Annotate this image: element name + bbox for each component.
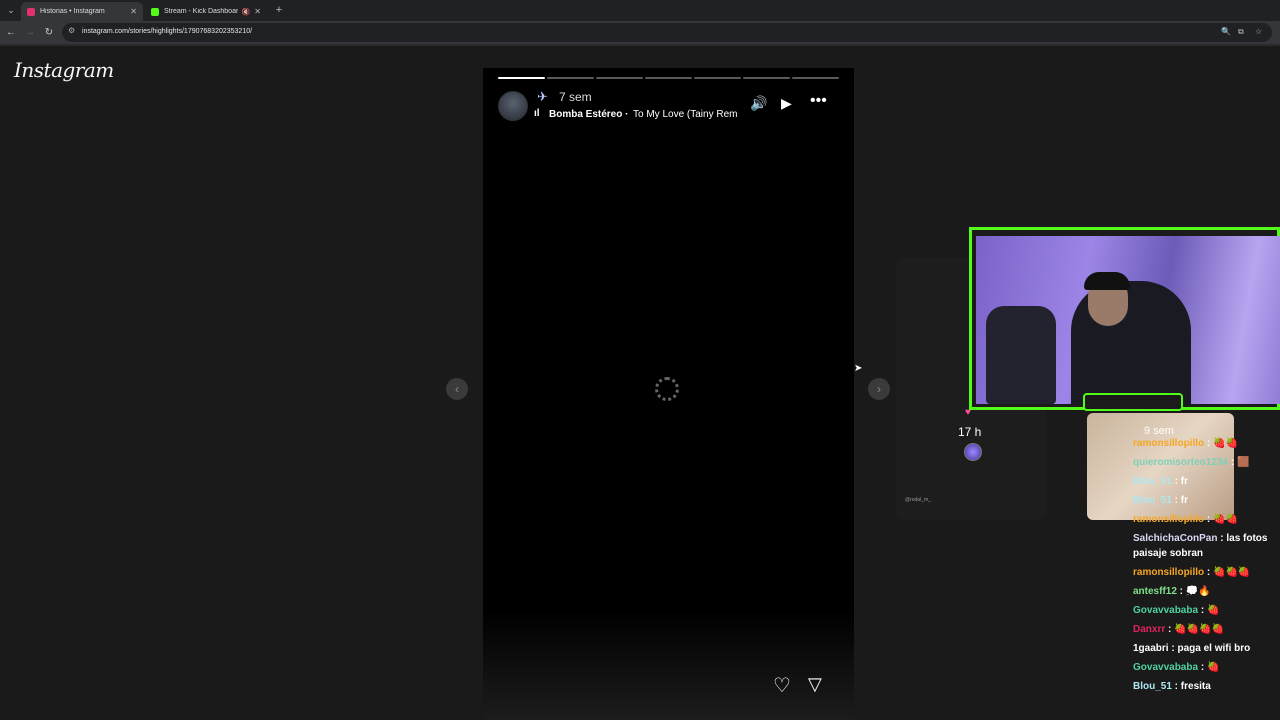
chat-text: fr <box>1180 495 1189 506</box>
chat-text: fr <box>1180 476 1189 487</box>
chat-username[interactable]: SalchichaConPan <box>1133 533 1217 544</box>
chat-message: antesff12 : 💭🔥 <box>1133 586 1211 597</box>
forward-icon[interactable]: → <box>23 26 37 40</box>
chat-message: ramonsillopillo : 🍓🍓🍓 <box>1133 567 1251 578</box>
chat-text: 💭🔥 <box>1185 586 1211 597</box>
chat-message: SalchichaConPan : las fotos paisaje sobr… <box>1133 533 1268 559</box>
story-footer-gradient <box>483 610 854 720</box>
play-icon[interactable]: ▶ <box>781 95 792 112</box>
music-artist[interactable]: Bomba Estéreo · <box>549 109 628 120</box>
progress-segment <box>694 77 741 79</box>
bookmark-star-icon[interactable]: ☆ <box>1255 27 1262 36</box>
url-text: instagram.com/stories/highlights/1790768… <box>82 28 253 35</box>
chat-username[interactable]: Govavvababa <box>1133 662 1198 673</box>
instagram-favicon-icon <box>27 7 35 16</box>
site-info-icon[interactable]: ⚙ <box>68 26 75 35</box>
chat-username[interactable]: ramonsillopillo <box>1133 567 1204 578</box>
zoom-icon[interactable]: 🔍 <box>1221 27 1231 36</box>
volume-icon[interactable]: 🔊 <box>750 95 767 112</box>
chat-message: Blou_51 : fresita <box>1133 681 1211 692</box>
chat-text: 🍓🍓 <box>1213 438 1238 449</box>
progress-segment <box>743 77 790 79</box>
next-story-button[interactable]: › <box>868 378 890 400</box>
muted-speaker-icon[interactable]: 🔇 <box>242 8 251 16</box>
chat-text: 🍓 <box>1206 662 1220 673</box>
progress-segment <box>596 77 643 79</box>
tab-title: Stream - Kick Dashboard <box>164 8 238 15</box>
chat-username[interactable]: quieromisorteo1234 <box>1133 457 1228 468</box>
story-progress-bar <box>498 77 839 79</box>
streamer-cap <box>1084 272 1130 290</box>
reload-icon[interactable]: ↻ <box>42 26 56 40</box>
chat-username[interactable]: Blou_51 <box>1133 476 1172 487</box>
music-song-title[interactable]: To My Love (Tainy Remix) <box>633 109 737 120</box>
progress-segment <box>792 77 839 79</box>
chat-text: paga el wifi bro <box>1177 643 1251 654</box>
share-send-icon[interactable]: ▽ <box>808 674 822 695</box>
music-bars-icon: ıl <box>534 108 540 119</box>
progress-segment <box>498 77 545 79</box>
stream-chat: ramonsillopillo : 🍓🍓 quieromisorteo1234 :… <box>1133 436 1280 698</box>
chat-message: 1gaabri : paga el wifi bro <box>1133 643 1251 654</box>
chat-message: quieromisorteo1234 : 🟫 <box>1133 457 1250 468</box>
mouse-cursor-icon: ➤ <box>854 363 863 374</box>
chat-username[interactable]: Govavvababa <box>1133 605 1198 616</box>
preview-username: @rodal_m_ <box>905 497 931 503</box>
airplane-icon: ✈ <box>537 89 548 104</box>
chat-message: ramonsillopillo : 🍓🍓 <box>1133 438 1238 449</box>
story-avatar[interactable] <box>498 91 528 121</box>
chat-username[interactable]: ramonsillopillo <box>1133 514 1204 525</box>
chat-username[interactable]: antesff12 <box>1133 586 1177 597</box>
tab-title: Historias • Instagram <box>40 8 105 15</box>
tab-kick-dashboard[interactable]: Stream - Kick Dashboard 🔇 ✕ <box>145 2 267 21</box>
chat-username[interactable]: 1gaabri <box>1133 643 1169 654</box>
close-tab-icon[interactable]: ✕ <box>130 7 137 16</box>
previous-story-button[interactable]: ‹ <box>446 378 468 400</box>
new-tab-button[interactable]: + <box>273 3 285 17</box>
chat-username[interactable]: Blou_51 <box>1133 495 1172 506</box>
chat-username[interactable]: Blou_51 <box>1133 681 1172 692</box>
chat-message: Danxrr : 🍓🍓🍓🍓 <box>1133 624 1224 635</box>
divider <box>0 44 1280 46</box>
webcam-frame-tab <box>1083 393 1183 411</box>
more-options-icon[interactable]: ••• <box>810 92 827 110</box>
story-viewer[interactable]: ✈ 7 sem ıl Bomba Estéreo · To My Love (T… <box>483 68 854 720</box>
chat-message: Govavvababa : 🍓 <box>1133 605 1220 616</box>
chat-text: 🟫 <box>1236 457 1250 468</box>
preview-avatar[interactable] <box>964 443 982 461</box>
chat-text: 🍓🍓🍓 <box>1213 567 1251 578</box>
back-icon[interactable]: ← <box>4 26 18 40</box>
tab-instagram[interactable]: Historias • Instagram ✕ <box>21 2 143 21</box>
webcam-feed <box>976 236 1280 404</box>
chat-text: 🍓🍓🍓🍓 <box>1174 624 1224 635</box>
chat-message: ramonsillopillo : 🍓🍓 <box>1133 514 1238 525</box>
chat-text: 🍓 <box>1206 605 1220 616</box>
close-tab-icon[interactable]: ✕ <box>254 7 261 16</box>
instagram-logo[interactable]: Instagram <box>14 58 114 82</box>
chat-message: Govavvababa : 🍓 <box>1133 662 1220 673</box>
kick-favicon-icon <box>151 7 159 16</box>
preview-time-ago: 17 h <box>958 425 982 439</box>
story-time-ago: 7 sem <box>559 90 592 104</box>
like-heart-icon[interactable]: ♡ <box>773 673 791 698</box>
progress-segment <box>547 77 594 79</box>
chat-message: Blou_51 : fr <box>1133 476 1189 487</box>
chat-text: fresita <box>1180 681 1211 692</box>
chat-text: 🍓🍓 <box>1213 514 1238 525</box>
progress-segment <box>645 77 692 79</box>
tab-search-button[interactable]: ⌄ <box>3 3 19 18</box>
chat-username[interactable]: ramonsillopillo <box>1133 438 1204 449</box>
gaming-chair <box>986 306 1056 404</box>
address-bar[interactable]: ⚙ instagram.com/stories/highlights/17907… <box>62 23 1272 42</box>
install-app-icon[interactable]: ⧉ <box>1238 27 1244 37</box>
chat-message: Blou_51 : fr <box>1133 495 1189 506</box>
chat-username[interactable]: Danxrr <box>1133 624 1165 635</box>
tab-bar: ⌄ Historias • Instagram ✕ Stream - Kick … <box>0 0 1280 21</box>
browser-toolbar: ← → ↻ ⚙ instagram.com/stories/highlights… <box>0 21 1280 44</box>
loading-spinner-icon <box>655 377 679 401</box>
